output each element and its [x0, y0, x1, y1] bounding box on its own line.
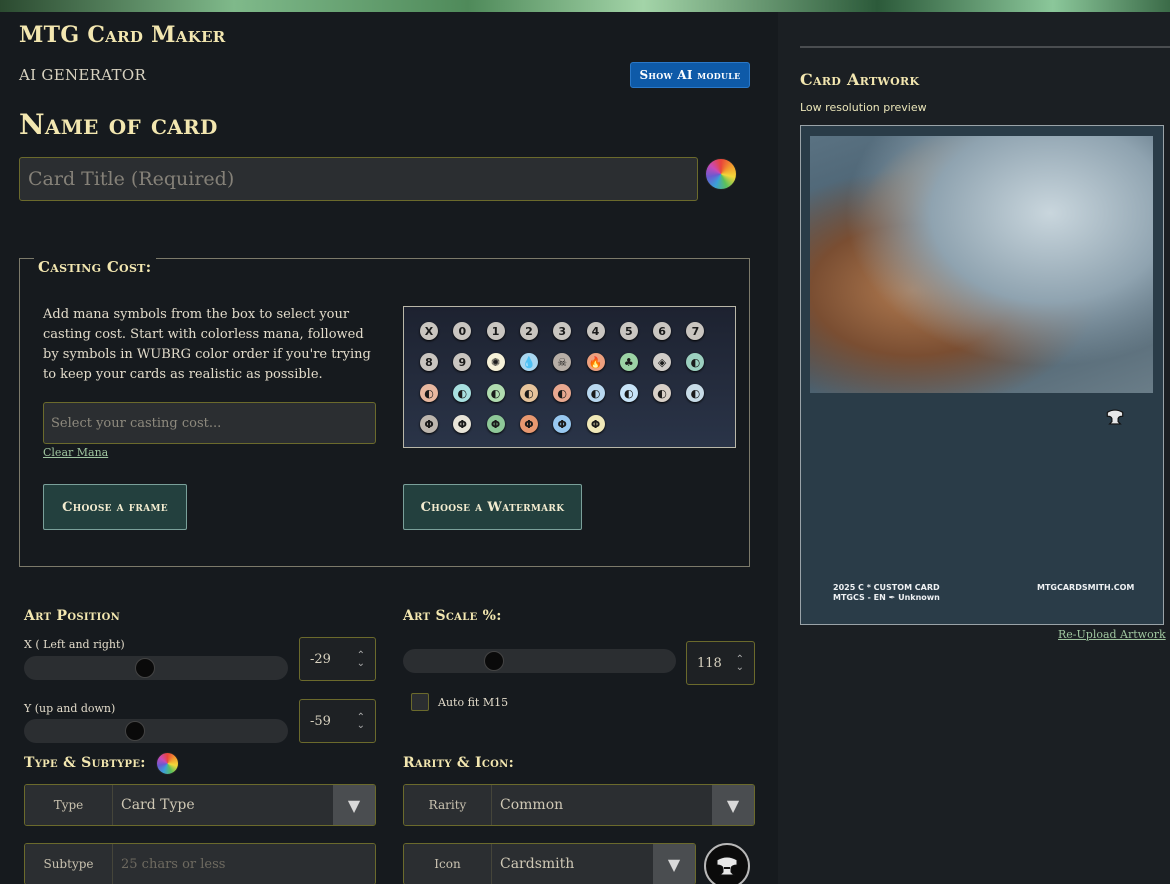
type-select-group[interactable]: Type Card Type ▼ [24, 784, 376, 826]
mana-symbol-button[interactable]: ☠ [553, 353, 572, 371]
clear-mana-link[interactable]: Clear Mana [43, 446, 108, 459]
card-footer-line1: 2025 C * CUSTOM CARD [833, 583, 940, 592]
chevron-down-icon[interactable]: ▼ [653, 844, 695, 884]
art-scale-number-input[interactable]: 118 ⌃ ⌄ [686, 641, 755, 685]
mana-symbol-button[interactable]: ◐ [619, 384, 638, 402]
mana-symbol-button[interactable]: 3 [553, 322, 572, 340]
art-scale-slider[interactable] [403, 649, 676, 673]
mana-symbol-button[interactable]: 0 [453, 322, 472, 340]
mana-symbol-button[interactable]: ✺ [486, 353, 505, 371]
mana-symbol-button[interactable]: ◐ [453, 384, 472, 402]
mana-symbol-button[interactable]: Φ [519, 415, 538, 433]
mana-symbol-button[interactable]: 2 [519, 322, 538, 340]
spinner-icon[interactable]: ⌃ ⌄ [736, 655, 744, 673]
mana-symbol-button[interactable]: ♣ [619, 353, 638, 371]
name-of-card-heading: Name of card [19, 108, 218, 141]
mana-symbol-button[interactable]: 7 [686, 322, 705, 340]
choose-frame-button[interactable]: Choose a frame [43, 484, 187, 530]
mana-symbol-button[interactable]: ◐ [519, 384, 538, 402]
mana-symbol-button[interactable]: Φ [553, 415, 572, 433]
rarity-icon-heading: Rarity & Icon: [403, 755, 515, 771]
subtype-input[interactable]: 25 chars or less [113, 844, 375, 884]
spinner-icon[interactable]: ⌃ ⌄ [357, 713, 365, 731]
anvil-icon-preview [704, 843, 750, 884]
y-position-slider[interactable] [24, 719, 288, 743]
type-color-picker-icon[interactable] [156, 752, 179, 775]
mana-symbol-button[interactable]: ◐ [420, 384, 438, 402]
mana-symbol-button[interactable]: ◐ [686, 353, 705, 371]
mana-symbol-button[interactable]: ◐ [653, 384, 672, 402]
casting-cost-input[interactable]: Select your casting cost... [43, 402, 376, 444]
card-footer-line2: MTGCS - EN ✒ Unknown [833, 593, 940, 602]
rarity-select-value[interactable]: Common [492, 785, 712, 825]
icon-select-value[interactable]: Cardsmith [492, 844, 653, 884]
mana-symbol-button[interactable]: 8 [420, 353, 438, 371]
chevron-down-icon[interactable]: ▼ [333, 785, 375, 825]
type-label: Type [25, 785, 113, 825]
x-slider-handle[interactable] [135, 658, 155, 678]
icon-label: Icon [404, 844, 492, 884]
card-footer-right: MTGCARDSMITH.COM [1037, 583, 1135, 592]
card-footer-left: 2025 C * CUSTOM CARD MTGCS - EN ✒ Unknow… [833, 583, 940, 603]
mana-symbol-button[interactable]: ◈ [653, 353, 672, 371]
mana-symbol-button[interactable]: ◐ [486, 384, 505, 402]
mana-symbol-palette: X 0 1 2 3 4 5 6 7 8 9 ✺ 💧 ☠ 🔥 ♣ ◈ ◐ ◐ ◐ ◐ ◐ ◐ ◐ ◐ ◐ ◐ Φ Φ Φ Φ Φ Φ [403, 306, 736, 448]
mana-symbol-button[interactable]: X [420, 322, 438, 340]
art-scale-value: 118 [697, 655, 722, 671]
y-position-value: -59 [310, 713, 331, 729]
type-select-value[interactable]: Card Type [113, 785, 333, 825]
type-subtype-heading: Type & Subtype: [24, 755, 146, 771]
mana-symbol-button[interactable]: Φ [586, 415, 605, 433]
mana-symbol-button[interactable]: Φ [453, 415, 472, 433]
subtype-input-group[interactable]: Subtype 25 chars or less [24, 843, 376, 884]
casting-cost-description: Add mana symbols from the box to select … [43, 307, 371, 382]
auto-fit-checkbox[interactable] [411, 693, 429, 711]
card-title-input[interactable] [19, 157, 698, 201]
anvil-icon [716, 856, 738, 876]
art-position-heading: Art Position [24, 608, 121, 624]
auto-fit-label: Auto fit M15 [438, 696, 509, 709]
icon-select-group[interactable]: Icon Cardsmith ▼ [403, 843, 696, 884]
x-position-label: X ( Left and right) [24, 638, 125, 651]
spinner-icon[interactable]: ⌃ ⌄ [357, 651, 365, 669]
chevron-down-icon[interactable]: ▼ [712, 785, 754, 825]
card-artwork-image [810, 136, 1153, 393]
show-ai-module-button[interactable]: Show AI module [630, 62, 750, 88]
mana-symbol-button[interactable]: ◐ [686, 384, 705, 402]
choose-watermark-button[interactable]: Choose a Watermark [403, 484, 582, 530]
ai-generator-label: AI GENERATOR [19, 66, 147, 84]
casting-cost-legend: Casting Cost: [34, 258, 156, 276]
top-banner-image [0, 0, 1170, 12]
x-position-value: -29 [310, 651, 331, 667]
mana-symbol-button[interactable]: 6 [653, 322, 672, 340]
mana-symbol-button[interactable]: 1 [486, 322, 505, 340]
mana-symbol-button[interactable]: 4 [586, 322, 605, 340]
y-slider-handle[interactable] [125, 721, 145, 741]
subtype-label: Subtype [25, 844, 113, 884]
title-color-picker-icon[interactable] [705, 158, 737, 190]
mana-symbol-button[interactable]: ◐ [586, 384, 605, 402]
scale-slider-handle[interactable] [484, 651, 504, 671]
panel-divider [800, 46, 1170, 48]
y-position-label: Y (up and down) [24, 702, 116, 715]
y-position-number-input[interactable]: -59 ⌃ ⌄ [299, 699, 376, 743]
x-position-slider[interactable] [24, 656, 288, 680]
rarity-label: Rarity [404, 785, 492, 825]
mana-symbol-button[interactable]: 💧 [519, 353, 538, 371]
app-title: MTG Card Maker [19, 22, 226, 48]
mana-symbol-button[interactable]: Φ [486, 415, 505, 433]
low-res-preview-label: Low resolution preview [800, 101, 927, 114]
x-position-number-input[interactable]: -29 ⌃ ⌄ [299, 637, 376, 681]
mana-symbol-button[interactable]: ◐ [553, 384, 572, 402]
rarity-select-group[interactable]: Rarity Common ▼ [403, 784, 755, 826]
art-scale-heading: Art Scale %: [403, 608, 502, 624]
set-symbol-icon [1106, 409, 1124, 425]
mana-symbol-button[interactable]: 🔥 [586, 353, 605, 371]
card-artwork-heading: Card Artwork [800, 70, 920, 89]
mana-symbol-button[interactable]: 5 [619, 322, 638, 340]
mana-symbol-button[interactable]: Φ [420, 415, 438, 433]
reupload-artwork-link[interactable]: Re-Upload Artwork [1058, 628, 1166, 641]
mana-symbol-button[interactable]: 9 [453, 353, 472, 371]
